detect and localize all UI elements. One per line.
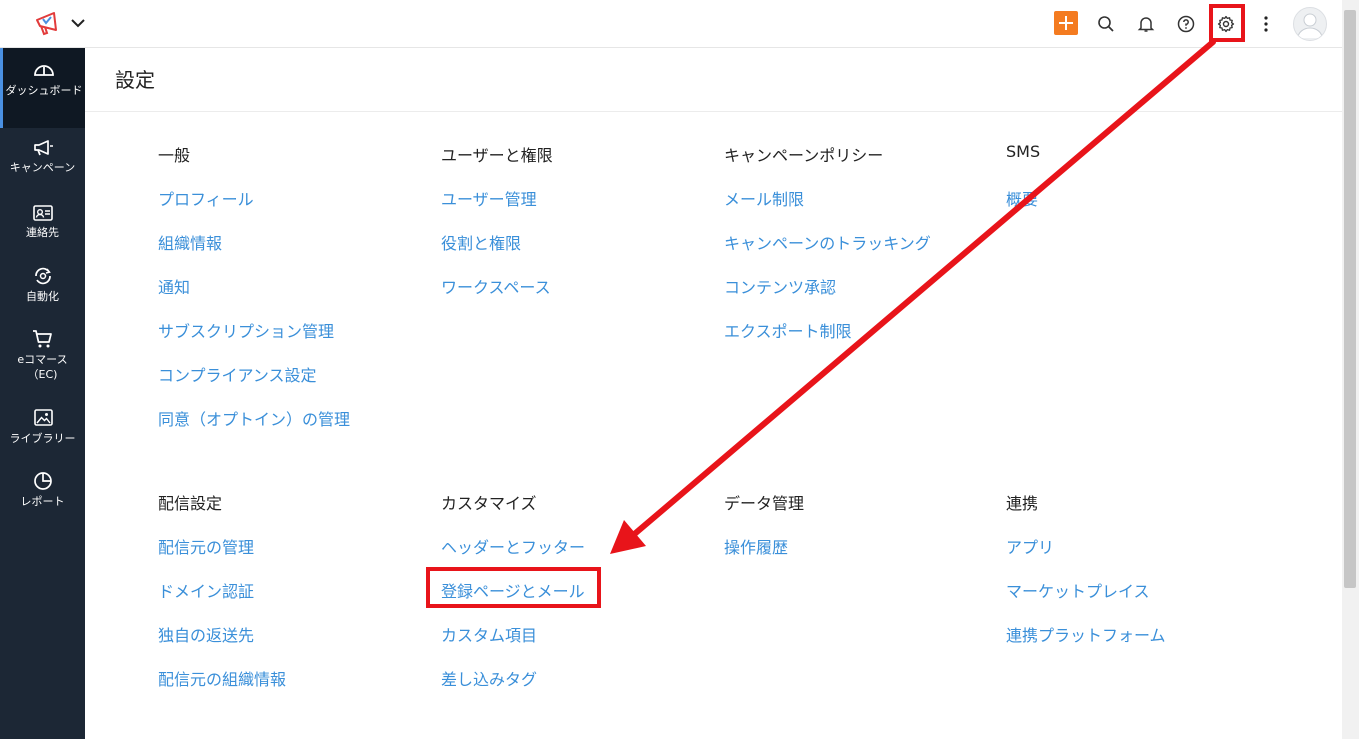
link-custom-fields[interactable]: カスタム項目	[441, 622, 537, 646]
link-export-limits[interactable]: エクスポート制限	[724, 318, 852, 342]
signup-link-highlight-box	[426, 567, 601, 608]
section-heading-delivery: 配信設定	[158, 494, 223, 513]
pie-chart-icon	[33, 472, 52, 490]
section-heading-users: ユーザーと権限	[441, 146, 553, 165]
sidebar-item-dashboard[interactable]: ダッシュボード	[0, 48, 85, 128]
sidebar-item-label: 自動化	[26, 290, 59, 303]
sidebar-item-label: eコマース（EC)	[17, 353, 68, 381]
link-merge-tags[interactable]: 差し込みタグ	[441, 666, 537, 690]
section-heading-customize: カスタマイズ	[441, 494, 537, 513]
link-profile[interactable]: プロフィール	[158, 186, 254, 210]
link-workspace[interactable]: ワークスペース	[441, 274, 551, 298]
sidebar: ダッシュボード キャンペーン 連絡先 自動化 eコマース（EC) ライブラリー …	[0, 48, 85, 739]
sidebar-item-label: レポート	[20, 495, 65, 508]
sidebar-item-automation[interactable]: 自動化	[0, 266, 85, 316]
gear-highlight-box	[1209, 4, 1245, 42]
megaphone-logo-icon[interactable]	[34, 10, 62, 38]
link-consent-optin[interactable]: 同意（オプトイン）の管理	[158, 406, 350, 430]
sidebar-item-campaigns[interactable]: キャンペーン	[0, 139, 85, 189]
more-options-button[interactable]	[1254, 12, 1278, 36]
image-library-icon	[33, 409, 53, 426]
notifications-button[interactable]	[1134, 12, 1158, 36]
sidebar-item-contacts[interactable]: 連絡先	[0, 204, 85, 254]
help-button[interactable]	[1174, 12, 1198, 36]
contact-card-icon	[32, 205, 53, 221]
scrollbar-thumb[interactable]	[1344, 10, 1356, 588]
link-marketplace[interactable]: マーケットプレイス	[1006, 578, 1150, 602]
section-heading-sms: SMS	[1006, 142, 1041, 161]
section-heading-data-management: データ管理	[724, 494, 805, 513]
sidebar-item-label: キャンペーン	[9, 161, 76, 174]
link-notifications[interactable]: 通知	[158, 274, 190, 298]
link-sender-organization-info[interactable]: 配信元の組織情報	[158, 666, 286, 690]
link-compliance-settings[interactable]: コンプライアンス設定	[158, 362, 317, 386]
section-heading-campaign-policy: キャンペーンポリシー	[724, 146, 884, 165]
automation-icon	[34, 267, 51, 285]
link-apps[interactable]: アプリ	[1006, 534, 1054, 558]
link-content-approval[interactable]: コンテンツ承認	[724, 274, 836, 298]
link-user-management[interactable]: ユーザー管理	[441, 186, 537, 210]
help-icon	[1177, 15, 1195, 33]
link-header-footer[interactable]: ヘッダーとフッター	[441, 534, 585, 558]
sidebar-item-label: ライブラリー	[9, 432, 76, 445]
page-title: 設定	[115, 68, 155, 92]
sidebar-item-label: 連絡先	[26, 226, 59, 239]
link-integration-platform[interactable]: 連携プラットフォーム	[1006, 622, 1166, 646]
bell-icon	[1137, 17, 1155, 32]
avatar[interactable]	[1293, 7, 1327, 41]
link-subscription-management[interactable]: サブスクリプション管理	[158, 318, 334, 342]
link-organization-info[interactable]: 組織情報	[158, 230, 222, 254]
section-heading-integrations: 連携	[1006, 494, 1039, 513]
create-plus-button[interactable]	[1054, 11, 1078, 35]
megaphone-icon	[33, 140, 53, 156]
link-roles-permissions[interactable]: 役割と権限	[441, 230, 521, 254]
sidebar-item-ecommerce[interactable]: eコマース（EC)	[0, 329, 85, 389]
section-heading-general: 一般	[158, 146, 191, 165]
link-campaign-tracking[interactable]: キャンペーンのトラッキング	[724, 230, 931, 254]
speedometer-icon	[34, 65, 54, 76]
link-activity-history[interactable]: 操作履歴	[724, 534, 788, 558]
sidebar-item-library[interactable]: ライブラリー	[0, 408, 85, 458]
search-button[interactable]	[1094, 12, 1118, 36]
link-domain-authentication[interactable]: ドメイン認証	[158, 578, 254, 602]
link-sms-overview[interactable]: 概要	[1006, 186, 1038, 210]
sidebar-item-reports[interactable]: レポート	[0, 471, 85, 521]
plus-icon	[1059, 16, 1073, 30]
sidebar-item-label: ダッシュボード	[5, 84, 83, 97]
user-avatar-icon	[1297, 13, 1323, 39]
chevron-down-icon[interactable]	[70, 15, 86, 31]
link-custom-return-path[interactable]: 独自の返送先	[158, 622, 254, 646]
top-bar	[0, 0, 1342, 48]
cart-icon	[32, 330, 52, 348]
link-sender-management[interactable]: 配信元の管理	[158, 534, 254, 558]
search-icon	[1098, 16, 1114, 32]
link-mail-limits[interactable]: メール制限	[724, 186, 804, 210]
title-divider	[85, 111, 1342, 112]
more-vertical-icon	[1264, 16, 1268, 32]
